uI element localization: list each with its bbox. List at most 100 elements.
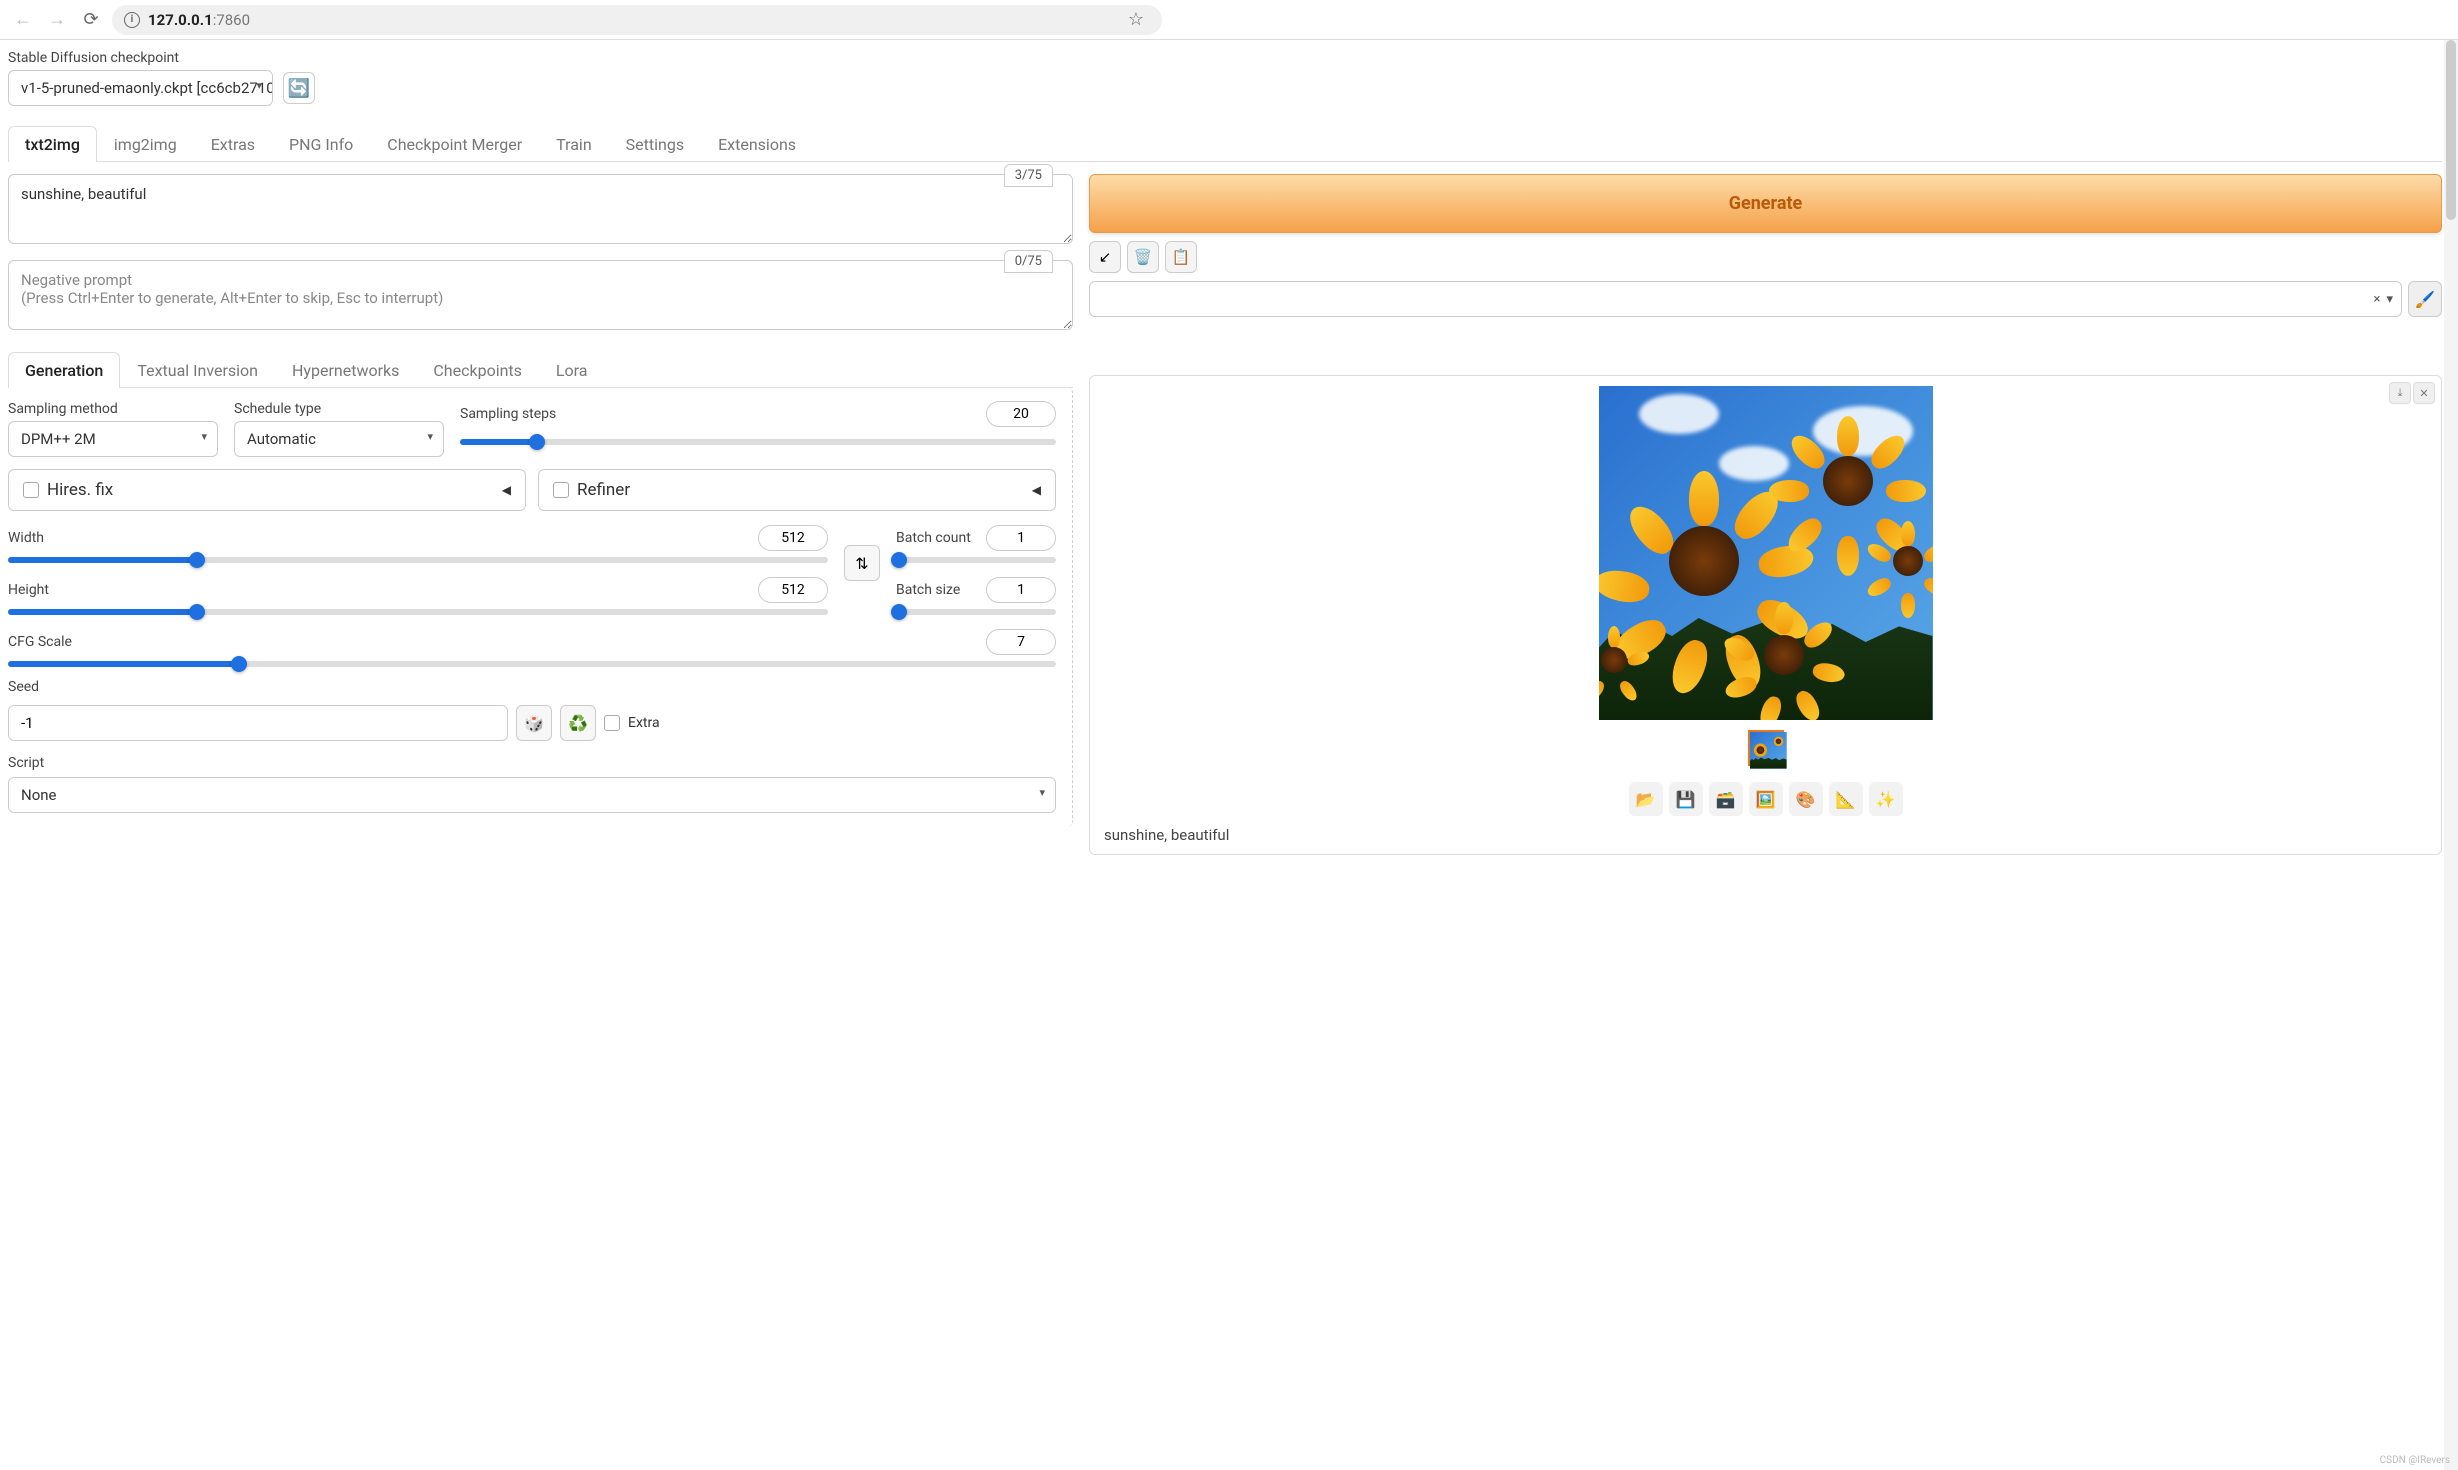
seed-reuse-button[interactable]: ♻️ bbox=[560, 705, 596, 741]
url-port: :7860 bbox=[213, 11, 250, 29]
seed-label: Seed bbox=[8, 679, 39, 695]
subtab-lora[interactable]: Lora bbox=[539, 352, 605, 388]
output-action-bar: 📂 💾 🗃️ 🖼️ 🎨 📐 ✨ bbox=[1629, 782, 1903, 816]
cfg-input[interactable] bbox=[986, 629, 1056, 655]
open-folder-button[interactable]: 📂 bbox=[1629, 782, 1663, 816]
nav-forward-button[interactable]: → bbox=[44, 7, 70, 33]
sampling-method-value: DPM++ 2M bbox=[21, 430, 96, 448]
enqueue-button[interactable]: ↙ bbox=[1089, 241, 1121, 273]
hires-fix-toggle[interactable]: Hires. fix ◀ bbox=[8, 469, 526, 511]
batch-size-slider[interactable] bbox=[896, 609, 1056, 615]
schedule-type-value: Automatic bbox=[247, 430, 316, 448]
sampling-steps-input[interactable] bbox=[986, 401, 1056, 427]
sampling-method-select[interactable]: DPM++ 2M bbox=[8, 421, 218, 457]
batch-count-slider[interactable] bbox=[896, 557, 1056, 563]
seed-input[interactable] bbox=[8, 705, 508, 741]
tab-txt2img[interactable]: txt2img bbox=[8, 126, 97, 162]
subtab-checkpoints[interactable]: Checkpoints bbox=[416, 352, 539, 388]
sub-tabs: Generation Textual Inversion Hypernetwor… bbox=[8, 352, 1073, 388]
save-button[interactable]: 💾 bbox=[1669, 782, 1703, 816]
height-input[interactable] bbox=[758, 577, 828, 603]
swap-dimensions-button[interactable]: ⇅ bbox=[844, 545, 880, 581]
styles-clear-icon[interactable]: × bbox=[2374, 292, 2381, 307]
seed-extra-label: Extra bbox=[628, 715, 660, 731]
batch-count-label: Batch count bbox=[896, 530, 971, 546]
output-image[interactable] bbox=[1599, 386, 1933, 720]
nav-back-button[interactable]: ← bbox=[10, 7, 36, 33]
width-label: Width bbox=[8, 530, 44, 546]
output-caption: sunshine, beautiful bbox=[1100, 826, 1229, 844]
subtab-generation[interactable]: Generation bbox=[8, 352, 120, 388]
schedule-type-select[interactable]: Automatic bbox=[234, 421, 444, 457]
url-host: 127.0.0.1 bbox=[148, 11, 213, 29]
cfg-slider[interactable] bbox=[8, 661, 1056, 667]
tab-settings[interactable]: Settings bbox=[609, 126, 701, 162]
refiner-checkbox[interactable] bbox=[553, 482, 569, 498]
neg-prompt-token-counter: 0/75 bbox=[1004, 250, 1053, 273]
checkpoint-refresh-button[interactable]: 🔄 bbox=[283, 72, 315, 104]
checkpoint-label: Stable Diffusion checkpoint bbox=[8, 50, 2442, 66]
browser-toolbar: ← → ⟳ i 127.0.0.1:7860 ☆ bbox=[0, 0, 2458, 40]
site-info-icon[interactable]: i bbox=[124, 12, 140, 28]
send-extras-button[interactable]: 📐 bbox=[1829, 782, 1863, 816]
tab-extensions[interactable]: Extensions bbox=[701, 126, 813, 162]
bookmark-star-button[interactable]: ☆ bbox=[1122, 9, 1150, 30]
prompt-container: 3/75 bbox=[8, 174, 1073, 248]
styles-edit-button[interactable]: 🖌️ bbox=[2408, 281, 2442, 317]
sampling-steps-slider[interactable] bbox=[460, 439, 1056, 445]
height-label: Height bbox=[8, 582, 49, 598]
save-zip-button[interactable]: 🗃️ bbox=[1709, 782, 1743, 816]
tab-train[interactable]: Train bbox=[539, 126, 609, 162]
script-label: Script bbox=[8, 755, 44, 771]
upscale-button[interactable]: ✨ bbox=[1869, 782, 1903, 816]
output-panel: ⤓ ✕ bbox=[1089, 375, 2442, 855]
download-icon[interactable]: ⤓ bbox=[2389, 382, 2411, 404]
checkpoint-select[interactable]: v1-5-pruned-emaonly.ckpt [cc6cb27103 bbox=[8, 70, 273, 106]
width-input[interactable] bbox=[758, 525, 828, 551]
send-img2img-button[interactable]: 🖼️ bbox=[1749, 782, 1783, 816]
close-icon[interactable]: ✕ bbox=[2413, 382, 2435, 404]
cfg-label: CFG Scale bbox=[8, 634, 72, 650]
seed-extra-checkbox[interactable] bbox=[604, 715, 620, 731]
styles-select[interactable]: × ▾ bbox=[1089, 281, 2402, 317]
generation-panel: Sampling method DPM++ 2M Schedule type A… bbox=[8, 387, 1073, 827]
paste-button[interactable]: 📋 bbox=[1165, 241, 1197, 273]
batch-size-input[interactable] bbox=[986, 577, 1056, 603]
subtab-textual-inversion[interactable]: Textual Inversion bbox=[120, 352, 275, 388]
schedule-type-label: Schedule type bbox=[234, 401, 444, 417]
checkpoint-section: Stable Diffusion checkpoint v1-5-pruned-… bbox=[8, 50, 2442, 106]
url-text: 127.0.0.1:7860 bbox=[148, 11, 250, 29]
sampling-steps-label: Sampling steps bbox=[460, 406, 556, 422]
width-slider[interactable] bbox=[8, 557, 828, 563]
prompt-input[interactable] bbox=[8, 174, 1073, 244]
height-slider[interactable] bbox=[8, 609, 828, 615]
refiner-toggle[interactable]: Refiner ◀ bbox=[538, 469, 1056, 511]
tab-extras[interactable]: Extras bbox=[194, 126, 272, 162]
url-bar[interactable]: i 127.0.0.1:7860 ☆ bbox=[112, 5, 1162, 35]
seed-random-button[interactable]: 🎲 bbox=[516, 705, 552, 741]
refiner-label: Refiner bbox=[577, 480, 630, 500]
tab-checkpoint-merger[interactable]: Checkpoint Merger bbox=[370, 126, 539, 162]
hires-fix-label: Hires. fix bbox=[47, 480, 113, 500]
tab-img2img[interactable]: img2img bbox=[97, 126, 194, 162]
send-inpaint-button[interactable]: 🎨 bbox=[1789, 782, 1823, 816]
script-select[interactable]: None bbox=[8, 777, 1056, 813]
script-value: None bbox=[21, 786, 57, 804]
hires-fix-checkbox[interactable] bbox=[23, 482, 39, 498]
nav-reload-button[interactable]: ⟳ bbox=[78, 7, 104, 33]
generate-button[interactable]: Generate bbox=[1089, 174, 2442, 233]
batch-size-label: Batch size bbox=[896, 582, 960, 598]
batch-count-input[interactable] bbox=[986, 525, 1056, 551]
main-tabs: txt2img img2img Extras PNG Info Checkpoi… bbox=[8, 126, 2442, 162]
checkpoint-value: v1-5-pruned-emaonly.ckpt [cc6cb27103 bbox=[21, 79, 273, 97]
neg-prompt-container: 0/75 bbox=[8, 260, 1073, 334]
neg-prompt-input[interactable] bbox=[8, 260, 1073, 330]
sampling-method-label: Sampling method bbox=[8, 401, 218, 417]
chevron-left-icon: ◀ bbox=[502, 483, 511, 497]
subtab-hypernetworks[interactable]: Hypernetworks bbox=[275, 352, 416, 388]
clear-button[interactable]: 🗑️ bbox=[1127, 241, 1159, 273]
tab-pnginfo[interactable]: PNG Info bbox=[272, 126, 370, 162]
output-thumbnail[interactable] bbox=[1748, 730, 1784, 766]
prompt-token-counter: 3/75 bbox=[1004, 164, 1053, 187]
chevron-left-icon: ◀ bbox=[1032, 483, 1041, 497]
